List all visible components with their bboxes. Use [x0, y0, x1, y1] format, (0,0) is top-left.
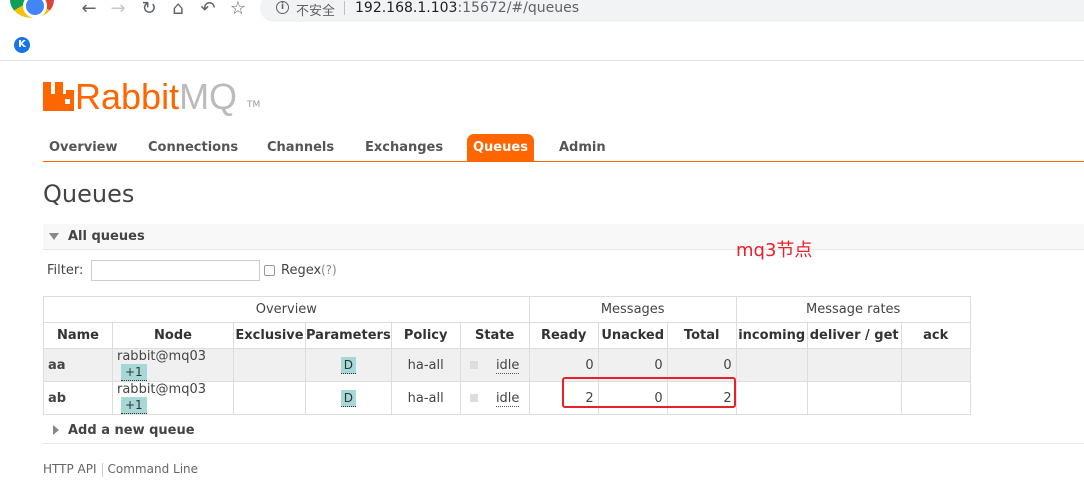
state-indicator [469, 394, 478, 402]
section-title: All queues [68, 229, 145, 244]
durable-badge[interactable]: D [340, 356, 356, 374]
deliver-get-cell [806, 381, 902, 415]
add-queue-title: Add a new queue [68, 423, 195, 438]
mirror-count-badge[interactable]: +1 [121, 397, 147, 414]
command-line-link[interactable]: Command Line [108, 462, 199, 476]
logo-text: RabbitMQ [75, 76, 237, 118]
durable-badge[interactable]: D [340, 389, 356, 407]
all-queues-section-header[interactable]: All queues [43, 224, 1084, 250]
col-header-policy[interactable]: Policy [390, 322, 461, 349]
table-row[interactable]: aa rabbit@mq03+1 D ha-all idle 0 0 0 [43, 348, 971, 382]
parameters-cell: D [305, 381, 392, 415]
main-tabs: Overview Connections Channels Exchanges … [43, 134, 1084, 162]
col-header-unacked[interactable]: Unacked [597, 322, 668, 349]
omnibox-divider [344, 1, 345, 15]
regex-help-link[interactable]: (?) [321, 263, 337, 277]
http-api-link[interactable]: HTTP API [43, 462, 97, 476]
browser-toolbar: ← → ↻ ⌂ ↶ ☆ i 不安全 192.168.1.103:15672/#/… [0, 0, 1084, 28]
col-header-parameters[interactable]: Parameters [305, 322, 392, 349]
col-header-exclusive[interactable]: Exclusive [233, 322, 306, 349]
policy-cell: ha-all [390, 381, 461, 415]
tab-channels[interactable]: Channels [261, 134, 340, 161]
state-label: idle [495, 390, 520, 407]
tab-queues[interactable]: Queues [467, 134, 534, 161]
tab-exchanges[interactable]: Exchanges [359, 134, 449, 161]
col-header-ready[interactable]: Ready [528, 322, 599, 349]
undo-icon[interactable]: ↶ [197, 0, 219, 20]
node-name: rabbit@mq03 [117, 382, 206, 397]
forward-icon[interactable]: → [107, 0, 129, 20]
col-header-incoming[interactable]: incoming [735, 322, 808, 349]
state-cell: idle [459, 348, 530, 382]
url-text[interactable]: 192.168.1.103:15672/#/queues [355, 0, 579, 16]
queue-name-link[interactable]: aa [43, 348, 113, 382]
filter-input[interactable] [91, 260, 260, 281]
insecure-label: 不安全 [296, 4, 336, 19]
ack-cell [900, 348, 971, 382]
table-row[interactable]: ab rabbit@mq03+1 D ha-all idle 2 0 2 [43, 381, 971, 415]
expand-triangle-icon [53, 425, 59, 435]
queues-table: Overview Messages Message rates Name Nod… [43, 296, 971, 415]
logo-tm: TM [247, 100, 261, 110]
tab-overview[interactable]: Overview [43, 134, 124, 161]
home-icon[interactable]: ⌂ [167, 0, 189, 20]
chrome-logo-icon[interactable] [10, 0, 54, 18]
col-header-state[interactable]: State [459, 322, 530, 349]
group-header-overview: Overview [43, 296, 530, 323]
page-title: Queues [43, 180, 135, 208]
parameters-cell: D [305, 348, 392, 382]
group-header-messages: Messages [528, 296, 737, 323]
col-header-deliver-get[interactable]: deliver / get [806, 322, 902, 349]
bookmark-k-icon[interactable]: K [14, 37, 30, 53]
policy-cell: ha-all [390, 348, 461, 382]
exclusive-cell [233, 348, 306, 382]
group-header-message-rates: Message rates [735, 296, 971, 323]
footer-divider [101, 462, 103, 477]
node-cell: rabbit@mq03+1 [112, 348, 234, 382]
col-header-ack[interactable]: ack [900, 322, 971, 349]
tab-admin[interactable]: Admin [553, 134, 612, 161]
bookmark-star-icon[interactable]: ☆ [227, 0, 249, 20]
state-label: idle [495, 357, 520, 374]
mirror-count-badge[interactable]: +1 [121, 364, 147, 381]
ack-cell [900, 381, 971, 415]
rabbitmq-logo-icon [43, 82, 74, 111]
url-path: :15672/#/queues [457, 0, 580, 16]
logo-rabbit: Rabbit [75, 76, 180, 117]
tab-connections[interactable]: Connections [142, 134, 244, 161]
url-host: 192.168.1.103 [355, 0, 458, 16]
add-queue-section-header[interactable]: Add a new queue [43, 420, 1084, 444]
logo-mq: MQ [179, 76, 238, 117]
regex-label: Regex [281, 263, 322, 278]
back-icon[interactable]: ← [78, 0, 100, 20]
annotation-highlight-box [562, 377, 736, 408]
col-header-total[interactable]: Total [666, 322, 737, 349]
exclusive-cell [233, 381, 306, 415]
reload-icon[interactable]: ↻ [138, 0, 160, 20]
state-cell: idle [459, 381, 530, 415]
deliver-get-cell [806, 348, 902, 382]
col-header-name[interactable]: Name [43, 322, 113, 349]
annotation-label: mq3节点 [736, 240, 813, 261]
state-indicator [469, 361, 478, 369]
info-icon[interactable]: i [276, 1, 289, 14]
regex-checkbox[interactable] [264, 265, 275, 276]
incoming-cell [735, 348, 808, 382]
bookmarks-bar: K [0, 28, 1084, 61]
col-header-node[interactable]: Node [112, 322, 234, 349]
filter-label: Filter: [47, 263, 84, 278]
footer: HTTP API Command Line [43, 462, 198, 477]
collapse-triangle-icon [49, 233, 59, 240]
queue-name-link[interactable]: ab [43, 381, 113, 415]
node-cell: rabbit@mq03+1 [112, 381, 234, 415]
node-name: rabbit@mq03 [117, 349, 206, 364]
incoming-cell [735, 381, 808, 415]
